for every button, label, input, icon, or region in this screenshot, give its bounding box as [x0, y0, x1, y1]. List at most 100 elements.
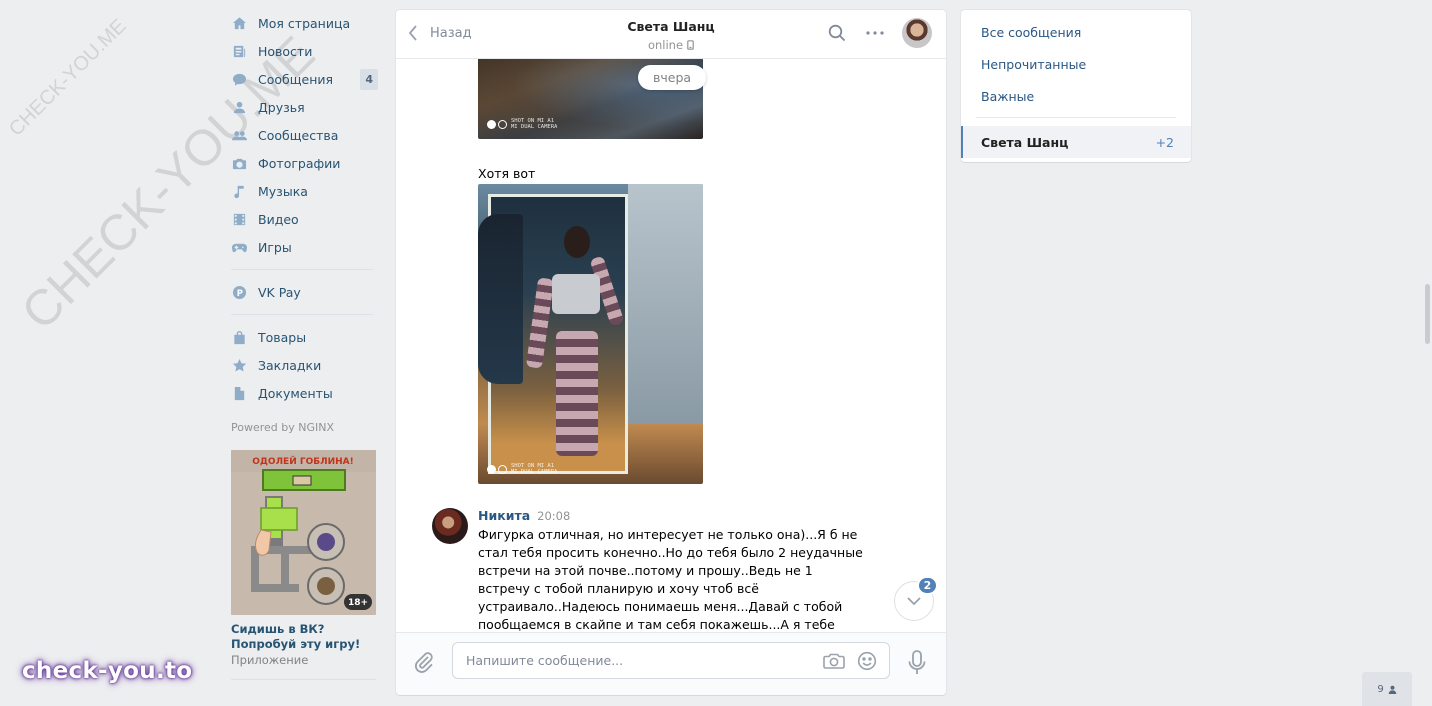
- vkpay-icon: P: [231, 284, 247, 300]
- header-actions: [810, 18, 932, 48]
- nav-item-label: Закладки: [258, 357, 322, 373]
- ad-image[interactable]: ОДОЛЕЙ ГОБЛИНА! 18+: [231, 450, 376, 615]
- emoji-button[interactable]: [856, 650, 878, 672]
- news-icon: [231, 43, 247, 59]
- peer-status-text: online: [647, 38, 684, 52]
- camera-button[interactable]: [823, 650, 845, 672]
- nav-item-bookmarks[interactable]: Закладки: [228, 351, 378, 379]
- star-icon: [231, 357, 247, 373]
- camera-watermark-text: SHOT ON MI A1 MI DUAL CAMERA: [511, 463, 558, 475]
- message-time[interactable]: 20:08: [537, 509, 570, 523]
- gamepad-icon: [231, 239, 247, 255]
- nav-item-label: Документы: [258, 385, 333, 401]
- ad-title[interactable]: Сидишь в ВК? Попробуй эту игру!: [231, 622, 376, 652]
- active-dialog-item[interactable]: Света Шанц +2: [961, 126, 1191, 158]
- nav-item-label: Музыка: [258, 183, 308, 199]
- message-author[interactable]: Никита: [478, 508, 530, 523]
- chat-header: Назад Света Шанц online: [396, 10, 946, 59]
- powered-by-label: Powered by NGINX: [231, 421, 335, 434]
- nav-item-photos[interactable]: Фотографии: [228, 149, 378, 177]
- nav-item-label: Видео: [258, 211, 299, 227]
- watermark-badge: check-you.to: [22, 658, 193, 684]
- unread-badge: 2: [917, 576, 938, 595]
- photo-attachment[interactable]: SHOT ON MI A1 MI DUAL CAMERA: [478, 184, 703, 484]
- message-text: Хотя вот: [478, 166, 536, 181]
- nav-item-music[interactable]: Музыка: [228, 177, 378, 205]
- ad-divider: [231, 679, 376, 680]
- nav-item-news[interactable]: Новости: [228, 37, 378, 65]
- nav-item-label: Новости: [258, 43, 313, 59]
- nav-item-label: Товары: [258, 329, 307, 345]
- nav-item-video[interactable]: Видео: [228, 205, 378, 233]
- voice-message-button[interactable]: [906, 649, 928, 677]
- nav-item-documents[interactable]: Документы: [228, 379, 378, 407]
- nav-item-messages[interactable]: Сообщения 4: [228, 65, 378, 93]
- nav-item-label: Сообщества: [258, 127, 339, 143]
- filter-divider: [976, 117, 1176, 118]
- more-actions-button[interactable]: [864, 22, 886, 44]
- peer-status: online: [648, 38, 694, 52]
- nav-item-vk-pay[interactable]: P VK Pay: [228, 278, 378, 306]
- nav-item-label: Друзья: [258, 99, 305, 115]
- nav-item-my-page[interactable]: Моя страница: [228, 9, 378, 37]
- nav-item-label: Игры: [258, 239, 292, 255]
- messages-count-badge: 4: [360, 69, 378, 90]
- paperclip-icon: [415, 652, 433, 673]
- nav-item-label: Фотографии: [258, 155, 341, 171]
- ad-age-label: 18+: [348, 598, 368, 608]
- left-navigation: Моя страница Новости Сообщения 4 Друзья …: [228, 9, 378, 680]
- mobile-icon: [687, 40, 694, 50]
- home-icon: [231, 15, 247, 31]
- ad-subtitle: Приложение: [231, 653, 309, 667]
- active-dialog-count: +2: [1155, 134, 1174, 150]
- video-icon: [231, 211, 247, 227]
- watermark-small: CHECK-YOU.ME: [5, 14, 131, 141]
- nav-divider: [231, 269, 373, 270]
- ad-block[interactable]: ОДОЛЕЙ ГОБЛИНА! 18+ Сидишь в ВК? Попробу…: [231, 450, 376, 680]
- nav-item-games[interactable]: Игры: [228, 233, 378, 261]
- document-icon: [231, 385, 247, 401]
- nav-item-label: Моя страница: [258, 15, 351, 31]
- message-input[interactable]: Напишите сообщение...: [452, 642, 890, 679]
- peer-avatar[interactable]: [902, 18, 932, 48]
- friends-icon: [231, 99, 247, 115]
- chevron-down-icon: [907, 597, 921, 605]
- message-history[interactable]: SHOT ON MI A1 MI DUAL CAMERA вчера Хотя …: [396, 59, 946, 633]
- more-dots-icon: [866, 31, 884, 35]
- camera-icon: [823, 653, 845, 669]
- communities-icon: [231, 127, 247, 143]
- nav-divider: [231, 314, 373, 315]
- music-icon: [231, 183, 247, 199]
- filter-all-messages[interactable]: Все сообщения: [961, 16, 1191, 48]
- dialog-filter-panel: Все сообщения Непрочитанные Важные Света…: [961, 10, 1191, 162]
- filter-important[interactable]: Важные: [961, 80, 1191, 112]
- search-icon: [828, 24, 846, 42]
- camera-watermark: SHOT ON MI A1 MI DUAL CAMERA: [487, 118, 557, 130]
- nav-item-communities[interactable]: Сообщества: [228, 121, 378, 149]
- camera-icon: [231, 155, 247, 171]
- chat-panel: Назад Света Шанц online SHOT ON MI A1 MI…: [396, 10, 946, 695]
- message-text: Фигурка отличная, но интересует не тольк…: [478, 527, 863, 632]
- page-scrollbar[interactable]: [1425, 284, 1430, 344]
- nav-item-label: VK Pay: [258, 284, 301, 300]
- search-button[interactable]: [826, 22, 848, 44]
- attach-button[interactable]: [414, 651, 436, 675]
- nav-item-friends[interactable]: Друзья: [228, 93, 378, 121]
- bag-icon: [231, 329, 247, 345]
- messages-icon: [231, 71, 247, 87]
- camera-watermark: SHOT ON MI A1 MI DUAL CAMERA: [487, 463, 557, 475]
- filter-unread[interactable]: Непрочитанные: [961, 48, 1191, 80]
- nav-item-goods[interactable]: Товары: [228, 323, 378, 351]
- author-avatar[interactable]: [432, 508, 468, 544]
- svg-text:P: P: [236, 287, 242, 297]
- camera-watermark-text: SHOT ON MI A1 MI DUAL CAMERA: [511, 118, 558, 130]
- person-icon: [1388, 685, 1396, 694]
- online-friends-count: 9: [1377, 683, 1384, 695]
- active-dialog-name: Света Шанц: [981, 134, 1069, 150]
- nav-item-label: Сообщения: [258, 71, 334, 87]
- message-input-placeholder: Напишите сообщение...: [466, 653, 624, 668]
- microphone-icon: [908, 650, 926, 674]
- online-friends-counter[interactable]: 9: [1362, 672, 1412, 706]
- ad-banner-text: ОДОЛЕЙ ГОБЛИНА!: [252, 455, 353, 467]
- date-separator: вчера: [638, 65, 707, 90]
